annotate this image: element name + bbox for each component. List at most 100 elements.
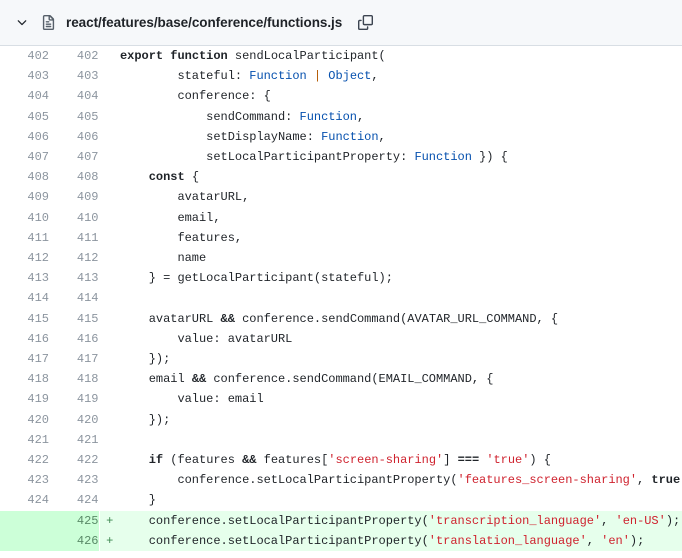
diff-line-row[interactable]: 426 + conference.setLocalParticipantPrope… <box>0 530 682 552</box>
line-number-old[interactable]: 422 <box>0 450 49 471</box>
diff-line-row[interactable]: 413 413 } = getLocalParticipant(stateful)… <box>0 268 682 289</box>
code-line[interactable]: } = getLocalParticipant(stateful); <box>120 268 682 289</box>
diff-line-row[interactable]: 420 420 }); <box>0 409 682 430</box>
line-number-new[interactable]: 404 <box>49 86 100 107</box>
line-number-new[interactable]: 405 <box>49 106 100 127</box>
copy-icon[interactable] <box>357 14 374 31</box>
line-number-old[interactable]: 411 <box>0 227 49 249</box>
diff-line-row[interactable]: 417 417 }); <box>0 349 682 370</box>
code-line[interactable]: sendCommand: Function, <box>120 106 682 127</box>
code-line[interactable]: stateful: Function | Object, <box>120 66 682 87</box>
line-number-new[interactable]: 415 <box>49 308 100 329</box>
diff-line-row[interactable]: 409 409 avatarURL, <box>0 187 682 208</box>
diff-line-row[interactable]: 418 418 email && conference.sendCommand(E… <box>0 369 682 390</box>
diff-content[interactable]: 402 402 export function sendLocalParticipa… <box>0 46 682 558</box>
diff-line-row[interactable]: 416 416 value: avatarURL <box>0 328 682 350</box>
line-number-new[interactable]: 403 <box>49 66 100 87</box>
line-number-new[interactable]: 402 <box>49 46 100 67</box>
line-number-old[interactable]: 408 <box>0 167 49 188</box>
line-number-old[interactable]: 417 <box>0 349 49 370</box>
line-number-new[interactable]: 417 <box>49 349 100 370</box>
line-number-new[interactable]: 424 <box>49 490 100 511</box>
line-number-new[interactable]: 419 <box>49 389 100 410</box>
diff-line-row[interactable]: 414 414 <box>0 288 682 309</box>
line-number-old[interactable]: 412 <box>0 248 49 269</box>
code-line[interactable]: email && conference.sendCommand(EMAIL_CO… <box>120 369 682 390</box>
line-number-new[interactable]: 421 <box>49 429 100 451</box>
line-number-old[interactable]: 415 <box>0 308 49 329</box>
line-number-old[interactable]: 404 <box>0 86 49 107</box>
line-number-old[interactable]: 405 <box>0 106 49 127</box>
line-number-old[interactable]: 414 <box>0 288 49 309</box>
diff-line-row[interactable]: 410 410 email, <box>0 207 682 228</box>
diff-line-row[interactable]: 423 423 conference.setLocalParticipantPro… <box>0 470 682 491</box>
diff-line-row[interactable]: 411 411 features, <box>0 227 682 249</box>
diff-line-row[interactable]: 425 + conference.setLocalParticipantPrope… <box>0 510 682 531</box>
code-line[interactable]: }); <box>120 349 682 370</box>
line-number-old[interactable]: 416 <box>0 328 49 350</box>
diff-line-row[interactable]: 419 419 value: email <box>0 389 682 410</box>
line-number-old[interactable] <box>0 510 49 531</box>
code-line[interactable]: }); <box>120 409 682 430</box>
diff-line-row[interactable]: 422 422 if (features && features['screen-… <box>0 450 682 471</box>
code-line[interactable]: conference.setLocalParticipantProperty('… <box>120 470 682 491</box>
line-number-new[interactable]: 425 <box>49 510 100 531</box>
diff-line-row[interactable]: 403 403 stateful: Function | Object, <box>0 66 682 87</box>
line-number-old[interactable]: 420 <box>0 409 49 430</box>
line-number-new[interactable]: 426 <box>49 530 100 552</box>
diff-line-row[interactable]: 424 424 } <box>0 490 682 511</box>
line-number-new[interactable]: 416 <box>49 328 100 350</box>
line-number-new[interactable]: 418 <box>49 369 100 390</box>
code-line[interactable]: value: email <box>120 389 682 410</box>
line-number-old[interactable]: 421 <box>0 429 49 451</box>
line-number-old[interactable]: 424 <box>0 490 49 511</box>
code-line[interactable]: setLocalParticipantProperty: Function })… <box>120 147 682 168</box>
line-number-new[interactable]: 414 <box>49 288 100 309</box>
line-number-new[interactable]: 408 <box>49 167 100 188</box>
code-line[interactable]: } <box>120 490 682 511</box>
code-line[interactable]: features, <box>120 227 682 249</box>
code-line[interactable]: email, <box>120 207 682 228</box>
line-number-old[interactable]: 407 <box>0 147 49 168</box>
code-line[interactable]: if (features && features['screen-sharing… <box>120 450 682 471</box>
line-number-old[interactable]: 423 <box>0 470 49 491</box>
code-line[interactable] <box>120 429 682 451</box>
diff-line-row[interactable]: 402 402 export function sendLocalParticipa… <box>0 46 682 67</box>
line-number-new[interactable]: 409 <box>49 187 100 208</box>
diff-line-row[interactable]: 408 408 const { <box>0 167 682 188</box>
line-number-old[interactable]: 406 <box>0 126 49 148</box>
line-number-new[interactable]: 410 <box>49 207 100 228</box>
line-number-new[interactable]: 406 <box>49 126 100 148</box>
diff-line-row[interactable]: 407 407 setLocalParticipantProperty: Func… <box>0 147 682 168</box>
line-number-old[interactable] <box>0 530 49 552</box>
line-number-old[interactable]: 418 <box>0 369 49 390</box>
line-number-old[interactable]: 403 <box>0 66 49 87</box>
code-line[interactable]: conference.setLocalParticipantProperty('… <box>120 530 682 552</box>
line-number-old[interactable]: 409 <box>0 187 49 208</box>
chevron-down-icon[interactable] <box>14 15 30 31</box>
code-line[interactable]: const { <box>120 167 682 188</box>
line-number-new[interactable]: 411 <box>49 227 100 249</box>
code-line[interactable]: conference: { <box>120 86 682 107</box>
diff-line-row[interactable]: 405 405 sendCommand: Function, <box>0 106 682 127</box>
line-number-old[interactable]: 419 <box>0 389 49 410</box>
line-number-old[interactable]: 410 <box>0 207 49 228</box>
diff-line-row[interactable]: 421 421 <box>0 429 682 451</box>
line-number-old[interactable]: 413 <box>0 268 49 289</box>
file-path-label[interactable]: react/features/base/conference/functions… <box>66 15 342 30</box>
code-line[interactable]: setDisplayName: Function, <box>120 126 682 148</box>
code-line[interactable]: conference.setLocalParticipantProperty('… <box>120 510 682 531</box>
diff-line-row[interactable]: 415 415 avatarURL && conference.sendComma… <box>0 308 682 329</box>
code-line[interactable]: value: avatarURL <box>120 328 682 350</box>
diff-line-row[interactable]: 406 406 setDisplayName: Function, <box>0 126 682 148</box>
code-line[interactable]: avatarURL && conference.sendCommand(AVAT… <box>120 308 682 329</box>
line-number-old[interactable]: 402 <box>0 46 49 67</box>
code-line[interactable]: avatarURL, <box>120 187 682 208</box>
line-number-new[interactable]: 420 <box>49 409 100 430</box>
diff-line-row[interactable]: 404 404 conference: { <box>0 86 682 107</box>
line-number-new[interactable]: 422 <box>49 450 100 471</box>
code-line[interactable]: name <box>120 248 682 269</box>
code-line[interactable] <box>120 288 682 309</box>
line-number-new[interactable]: 412 <box>49 248 100 269</box>
diff-line-row[interactable]: 412 412 name <box>0 248 682 269</box>
